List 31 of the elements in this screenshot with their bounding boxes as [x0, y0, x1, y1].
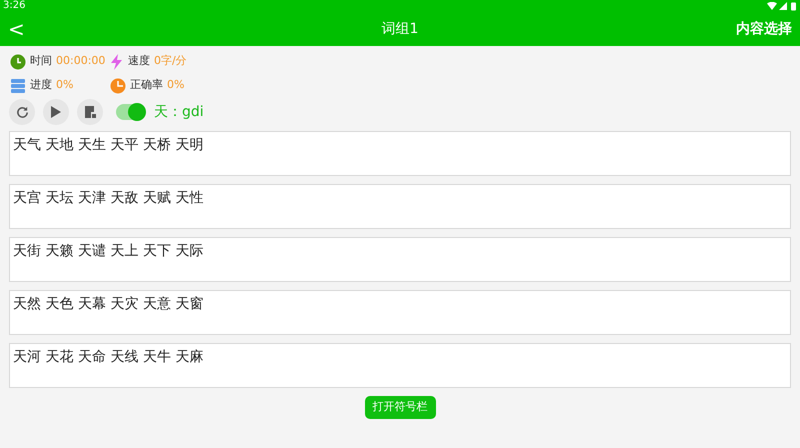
stat-value: 0% [56, 77, 74, 94]
word-group-box: 天然 天色 天幕 天灾 天意 天窗 [9, 290, 791, 335]
stat-value: 00:00:00 [56, 53, 106, 70]
open-symbol-bar-button[interactable]: 打开符号栏 [364, 396, 436, 419]
play-button[interactable] [43, 99, 69, 125]
clock-icon [10, 54, 26, 70]
stat-label: 时间 [30, 53, 52, 70]
lightning-icon [110, 54, 124, 70]
toggle-switch[interactable] [116, 104, 144, 120]
refresh-button[interactable] [9, 99, 35, 125]
page-title: 词组1 [382, 20, 418, 38]
pie-chart-icon [110, 78, 126, 94]
status-time: 3:26 [3, 1, 26, 11]
play-icon [51, 106, 61, 118]
back-button[interactable]: < [8, 19, 24, 39]
word-group-box: 天河 天花 天命 天线 天牛 天麻 [9, 343, 791, 388]
word-group-box: 天宫 天坛 天津 天敌 天赋 天性 [9, 184, 791, 229]
status-icons [767, 2, 797, 10]
stack-icon [10, 78, 26, 94]
document-button[interactable] [77, 99, 103, 125]
word-group-box: 天街 天籁 天谴 天上 天下 天际 [9, 237, 791, 282]
stat-label: 正确率 [130, 77, 163, 94]
refresh-icon [16, 106, 28, 118]
content-select-button[interactable]: 内容选择 [736, 18, 792, 40]
stat-label: 进度 [30, 77, 52, 94]
word-group-box: 天气 天地 天生 天平 天桥 天明 [9, 131, 791, 176]
current-code: 天：gdi [154, 102, 204, 122]
stat-value: 0% [167, 77, 184, 94]
stat-label: 速度 [128, 53, 150, 70]
stat-value: 0字/分 [154, 53, 187, 70]
document-icon [84, 106, 96, 118]
